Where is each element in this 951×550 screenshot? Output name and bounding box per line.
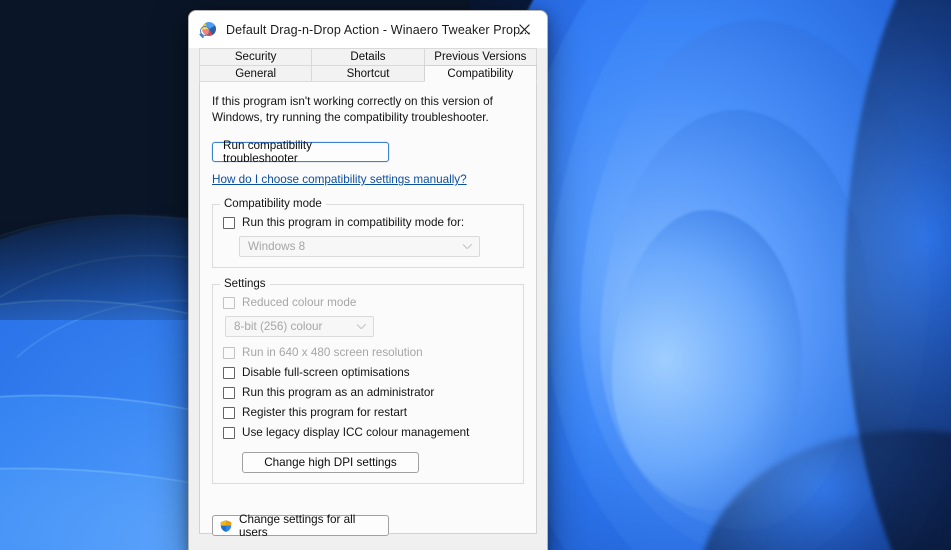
run-compatibility-troubleshooter-button[interactable]: Run compatibility troubleshooter bbox=[212, 139, 389, 165]
run-as-administrator-label: Run this program as an administrator bbox=[242, 386, 435, 400]
colour-depth-select: 8-bit (256) colour bbox=[225, 316, 374, 338]
compatibility-settings-help-link[interactable]: How do I choose compatibility settings m… bbox=[212, 173, 467, 186]
wallpaper-ribbon-3 bbox=[548, 0, 951, 550]
desktop-wallpaper: Default Drag-n-Drop Action - Winaero Twe… bbox=[0, 0, 951, 550]
run-640x480-label: Run in 640 x 480 screen resolution bbox=[242, 346, 423, 360]
tab-shortcut[interactable]: Shortcut bbox=[311, 65, 425, 82]
wallpaper-ribbon-2 bbox=[500, 0, 951, 550]
wallpaper-shadow-bottom bbox=[700, 430, 951, 550]
run-640x480-checkbox bbox=[223, 346, 235, 359]
winaero-globe-magnifier-icon bbox=[199, 21, 217, 39]
wallpaper-shadow-right bbox=[845, 0, 951, 550]
group-title: Settings bbox=[220, 278, 270, 291]
disable-fullscreen-optimisations-checkbox[interactable] bbox=[223, 366, 235, 379]
properties-dialog: Default Drag-n-Drop Action - Winaero Twe… bbox=[188, 10, 548, 550]
button-label: Change settings for all users bbox=[239, 512, 356, 539]
wallpaper-ribbon-5 bbox=[600, 110, 870, 530]
wallpaper-ribbon-4 bbox=[580, 20, 930, 550]
dialog-footer: Change settings for all users bbox=[189, 512, 547, 539]
run-640x480-row[interactable]: Run in 640 x 480 screen resolution bbox=[223, 346, 513, 359]
reduced-colour-mode-label: Reduced colour mode bbox=[242, 296, 357, 310]
select-value: 8-bit (256) colour bbox=[234, 320, 323, 334]
intro-text: If this program isn't working correctly … bbox=[212, 95, 493, 125]
tab-label: Security bbox=[234, 51, 277, 63]
tab-details[interactable]: Details bbox=[311, 48, 425, 65]
tab-label: Details bbox=[350, 51, 386, 63]
change-high-dpi-settings-button[interactable]: Change high DPI settings bbox=[242, 452, 419, 474]
group-title: Compatibility mode bbox=[220, 198, 326, 211]
tab-label: Previous Versions bbox=[434, 51, 527, 63]
reduced-colour-mode-checkbox bbox=[223, 296, 235, 309]
close-icon[interactable] bbox=[502, 11, 547, 48]
legacy-icc-colour-row[interactable]: Use legacy display ICC colour management bbox=[223, 426, 513, 439]
tab-previous-versions[interactable]: Previous Versions bbox=[423, 48, 537, 65]
window-title: Default Drag-n-Drop Action - Winaero Twe… bbox=[226, 22, 532, 37]
register-for-restart-checkbox[interactable] bbox=[223, 406, 235, 419]
compatibility-mode-checkbox[interactable] bbox=[223, 216, 235, 229]
legacy-icc-colour-checkbox[interactable] bbox=[223, 426, 235, 439]
tab-general[interactable]: General bbox=[199, 65, 313, 82]
disable-fullscreen-optimisations-label: Disable full-screen optimisations bbox=[242, 366, 410, 380]
disable-fullscreen-optimisations-row[interactable]: Disable full-screen optimisations bbox=[223, 366, 513, 379]
register-for-restart-label: Register this program for restart bbox=[242, 406, 407, 420]
chevron-down-icon bbox=[463, 242, 471, 250]
button-label: Change high DPI settings bbox=[264, 456, 397, 470]
change-settings-for-all-users-button[interactable]: Change settings for all users bbox=[212, 512, 389, 539]
tab-row-lower: General Shortcut Compatibility bbox=[199, 65, 537, 82]
tab-compatibility[interactable]: Compatibility bbox=[423, 65, 537, 82]
tab-strip: Security Details Previous Versions Gener… bbox=[189, 48, 547, 82]
title-bar: Default Drag-n-Drop Action - Winaero Twe… bbox=[189, 11, 547, 48]
compatibility-mode-label: Run this program in compatibility mode f… bbox=[242, 216, 465, 230]
tab-label: Compatibility bbox=[447, 67, 514, 80]
legacy-icc-colour-label: Use legacy display ICC colour management bbox=[242, 426, 470, 440]
chevron-down-icon bbox=[357, 322, 365, 330]
compatibility-mode-group: Compatibility mode Run this program in c… bbox=[212, 198, 524, 269]
select-value: Windows 8 bbox=[248, 240, 306, 254]
wallpaper-ribbon-6 bbox=[612, 210, 802, 510]
compatibility-tab-panel: If this program isn't working correctly … bbox=[199, 82, 537, 534]
uac-shield-icon bbox=[219, 518, 233, 533]
compatibility-mode-version-select[interactable]: Windows 8 bbox=[239, 236, 480, 258]
run-as-administrator-checkbox[interactable] bbox=[223, 386, 235, 399]
tab-label: Shortcut bbox=[346, 67, 390, 80]
tab-row-upper: Security Details Previous Versions bbox=[199, 48, 537, 65]
reduced-colour-mode-row[interactable]: Reduced colour mode bbox=[223, 296, 513, 309]
run-as-administrator-row[interactable]: Run this program as an administrator bbox=[223, 386, 513, 399]
register-for-restart-row[interactable]: Register this program for restart bbox=[223, 406, 513, 419]
tab-security[interactable]: Security bbox=[199, 48, 313, 65]
tab-label: General bbox=[235, 67, 277, 80]
settings-group: Settings Reduced colour mode 8-bit (256)… bbox=[212, 278, 524, 485]
compatibility-mode-checkbox-row[interactable]: Run this program in compatibility mode f… bbox=[223, 216, 513, 229]
